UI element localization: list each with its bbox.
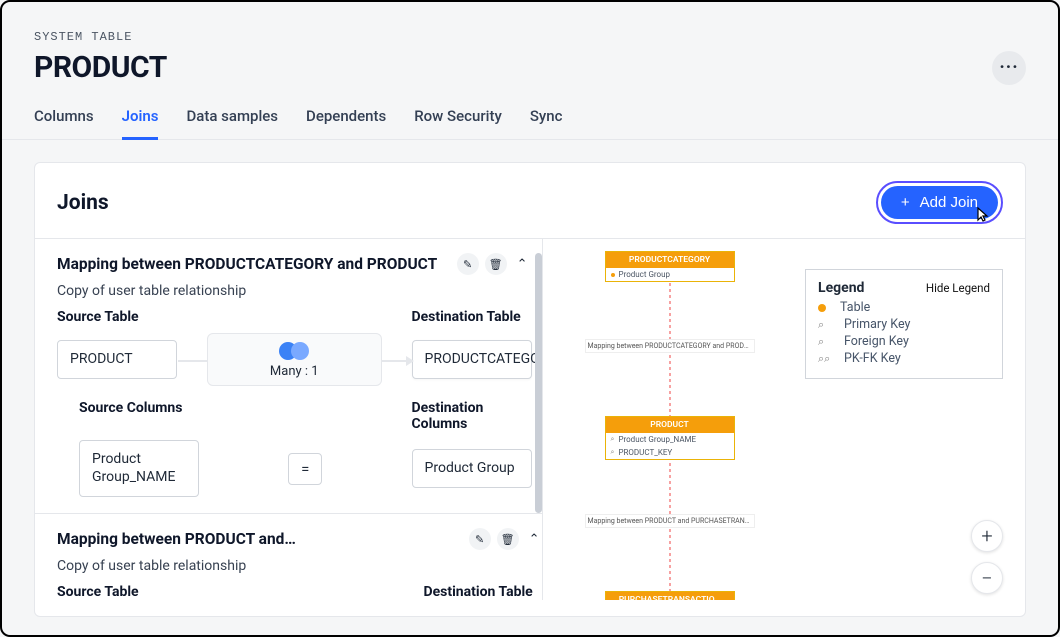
legend-key-icon: ⌕ (818, 335, 830, 349)
edit-button[interactable]: ✎ (469, 528, 491, 550)
source-column-value: Product Group_NAME (79, 440, 199, 497)
page-title: PRODUCT (34, 50, 167, 85)
source-columns-heading: Source Columns (79, 400, 199, 432)
hide-legend-link[interactable]: Hide Legend (926, 281, 990, 295)
node-column: Product Group (619, 270, 671, 279)
tabs-bar: Columns Joins Data samples Dependents Ro… (2, 107, 1058, 140)
legend-dot-icon (818, 304, 826, 312)
panel-title: Joins (57, 191, 109, 215)
tab-sync[interactable]: Sync (530, 107, 563, 140)
source-table-heading-2: Source Table (57, 584, 177, 600)
zoom-in-button[interactable]: + (971, 520, 1003, 552)
tab-row-security[interactable]: Row Security (414, 107, 502, 140)
dest-columns-heading: Destination Columns (412, 400, 532, 432)
node-header: PRODUCTCATEGORY (606, 252, 734, 268)
mapping-block-1: Mapping between PRODUCTCATEGORY and PROD… (57, 253, 532, 497)
add-join-label: Add Join (920, 194, 978, 211)
tab-data-samples[interactable]: Data samples (186, 107, 278, 140)
schema-diagram-pane: PRODUCTCATEGORY Product Group Mapping be… (557, 239, 1025, 600)
page-header: SYSTEM TABLE PRODUCT (2, 2, 1058, 85)
page-overline: SYSTEM TABLE (34, 30, 1026, 44)
mapping-2-subtitle: Copy of user table relationship (57, 558, 543, 574)
dest-column-value: Product Group (412, 449, 532, 489)
panel-body: Mapping between PRODUCTCATEGORY and PROD… (35, 238, 1025, 600)
delete-button[interactable]: 🗑 (497, 528, 519, 550)
tab-dependents[interactable]: Dependents (306, 107, 386, 140)
tab-joins[interactable]: Joins (122, 107, 159, 140)
legend-item: Foreign Key (844, 334, 909, 349)
source-table-heading: Source Table (57, 309, 177, 325)
dest-table-heading: Destination Table (412, 309, 532, 325)
venn-icon (218, 342, 371, 360)
mapping-1-title: Mapping between PRODUCTCATEGORY and PROD… (57, 255, 437, 273)
node-header: PURCHASETRANSACTIO… (606, 592, 734, 600)
collapse-toggle[interactable]: ⌃ (513, 257, 532, 272)
diagram-node-productcategory[interactable]: PRODUCTCATEGORY Product Group (605, 251, 735, 282)
diagram-node-purchasetransaction[interactable]: PURCHASETRANSACTIO… ⌕ITEMID (605, 591, 735, 600)
dest-table-value: PRODUCTCATEGORY (412, 340, 532, 380)
content-area: Joins + Add Join (2, 140, 1058, 617)
zoom-controls: + − (971, 520, 1003, 594)
node-header: PRODUCT (606, 417, 734, 433)
tab-columns[interactable]: Columns (34, 107, 94, 140)
mapping-2-title: Mapping between PRODUCT and… (57, 530, 296, 548)
legend-item: Primary Key (844, 317, 910, 332)
plus-icon: + (901, 194, 910, 211)
joins-panel: Joins + Add Join (34, 162, 1026, 617)
mapping-1-subtitle: Copy of user table relationship (57, 283, 532, 299)
cardinality-label: Many : 1 (270, 364, 319, 379)
schema-diagram[interactable]: PRODUCTCATEGORY Product Group Mapping be… (569, 251, 1005, 600)
edit-button[interactable]: ✎ (457, 253, 479, 275)
node-column: PRODUCT_KEY (618, 448, 672, 457)
legend-box: Legend Hide Legend Table ⌕ Primary Key ⌕ F… (805, 269, 1003, 379)
legend-item: Table (840, 300, 870, 315)
diagram-edge-label-2: Mapping between PRODUCT and PURCHASETRAN… (585, 514, 755, 528)
mapping-block-2: Mapping between PRODUCT and… ✎ 🗑 ⌃ Copy … (35, 513, 543, 600)
zoom-out-button[interactable]: − (971, 562, 1003, 594)
legend-item: PK-FK Key (844, 351, 901, 366)
collapse-toggle[interactable]: ⌃ (525, 532, 543, 547)
join-line-right (381, 360, 411, 362)
more-actions-button[interactable] (992, 51, 1026, 85)
add-join-highlight: + Add Join (876, 181, 1003, 224)
diagram-node-product[interactable]: PRODUCT ⌕Product Group_NAME ⌕PRODUCT_KEY (605, 416, 735, 460)
add-join-button[interactable]: + Add Join (881, 186, 998, 219)
legend-key-icon: ⌕ (818, 318, 830, 332)
join-line-left (178, 360, 208, 362)
legend-key-icon: ⌕⌕ (818, 352, 830, 366)
app-frame: SYSTEM TABLE PRODUCT Columns Joins Data … (0, 0, 1060, 637)
legend-heading: Legend (818, 280, 864, 296)
title-row: PRODUCT (34, 50, 1026, 85)
node-column: Product Group_NAME (618, 435, 696, 444)
diagram-edge-label-1: Mapping between PRODUCTCATEGORY and PROD… (585, 339, 755, 353)
dest-table-heading-2: Destination Table (424, 584, 543, 600)
join-cardinality-box[interactable]: Many : 1 (207, 333, 382, 386)
source-table-value: PRODUCT (57, 340, 177, 380)
mappings-list: Mapping between PRODUCTCATEGORY and PROD… (35, 239, 543, 600)
panel-header: Joins + Add Join (57, 181, 1003, 224)
equals-operator: = (288, 453, 322, 485)
scrollbar[interactable] (535, 253, 542, 513)
delete-button[interactable]: 🗑 (485, 253, 507, 275)
